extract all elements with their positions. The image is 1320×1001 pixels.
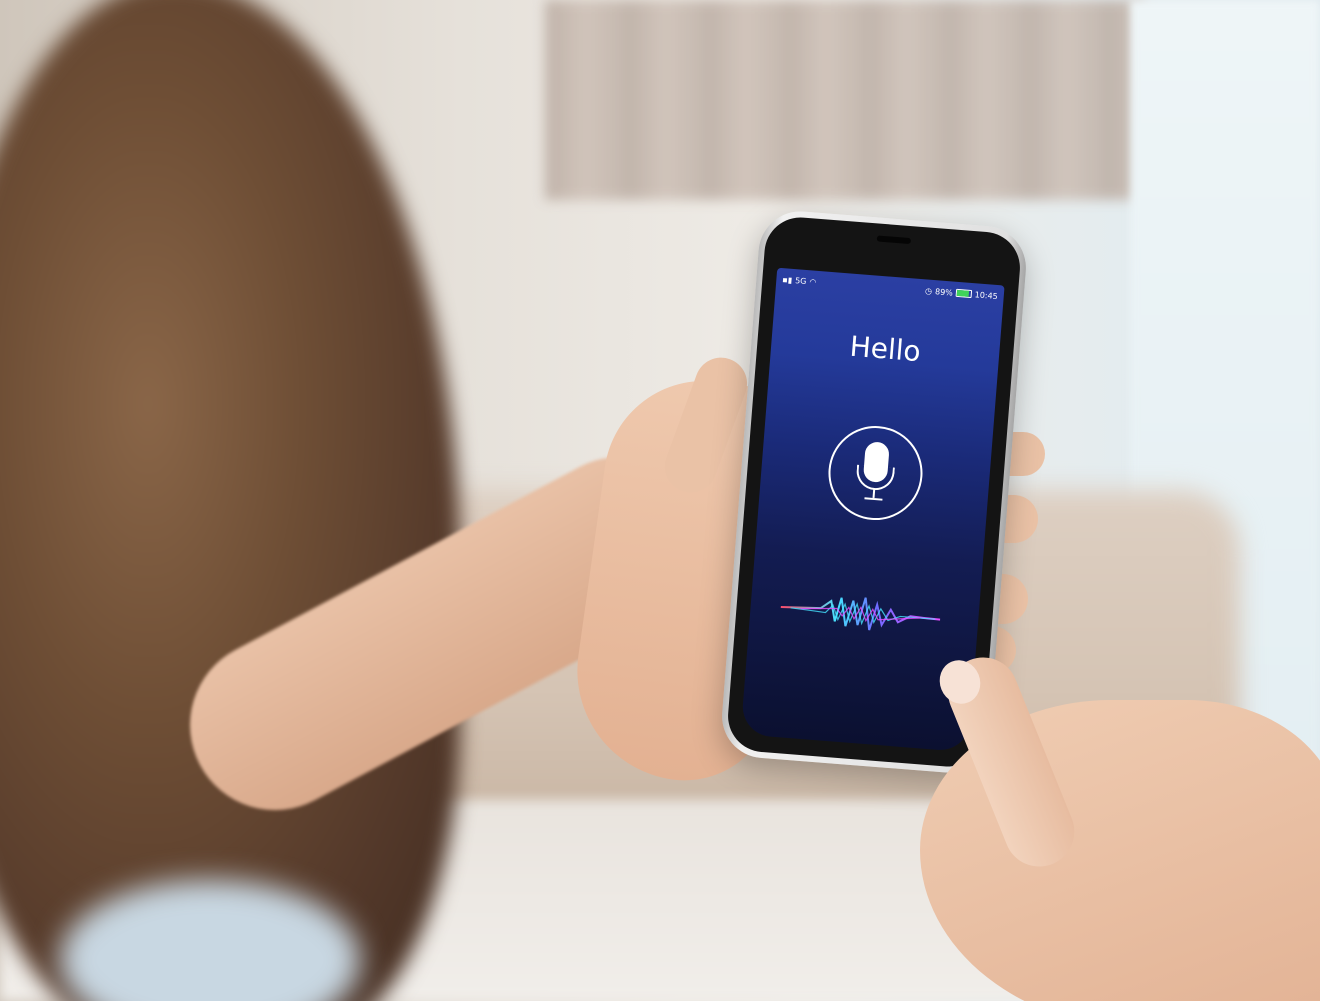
- status-left: ▪▮ 5G ◠: [782, 275, 817, 287]
- background-curtain: [545, 0, 1145, 200]
- microphone-button[interactable]: [824, 422, 927, 524]
- battery-icon: [955, 288, 973, 299]
- clock-time: 10:45: [974, 289, 999, 301]
- wifi-icon: ◠: [809, 276, 817, 287]
- earpiece-speaker: [876, 235, 912, 245]
- battery-percent: 89%: [934, 286, 954, 298]
- mic-base: [864, 497, 883, 501]
- signal-label: 5G: [794, 275, 807, 286]
- status-bar: ▪▮ 5G ◠ ◷ 89% 10:45: [776, 268, 1005, 308]
- battery-fill: [956, 289, 970, 297]
- mic-stem: [872, 487, 876, 499]
- status-right: ◷ 89% 10:45: [925, 286, 998, 301]
- sound-waveform-icon: [780, 597, 941, 631]
- microphone-icon: [834, 425, 924, 501]
- photo-scene: ▪▮ 5G ◠ ◷ 89% 10:45 Hello: [0, 0, 1320, 1001]
- alarm-icon: ◷: [924, 285, 933, 296]
- assistant-greeting: Hello: [848, 329, 922, 369]
- waveform-line-1: [780, 597, 941, 631]
- signal-icon: ▪▮: [782, 274, 793, 285]
